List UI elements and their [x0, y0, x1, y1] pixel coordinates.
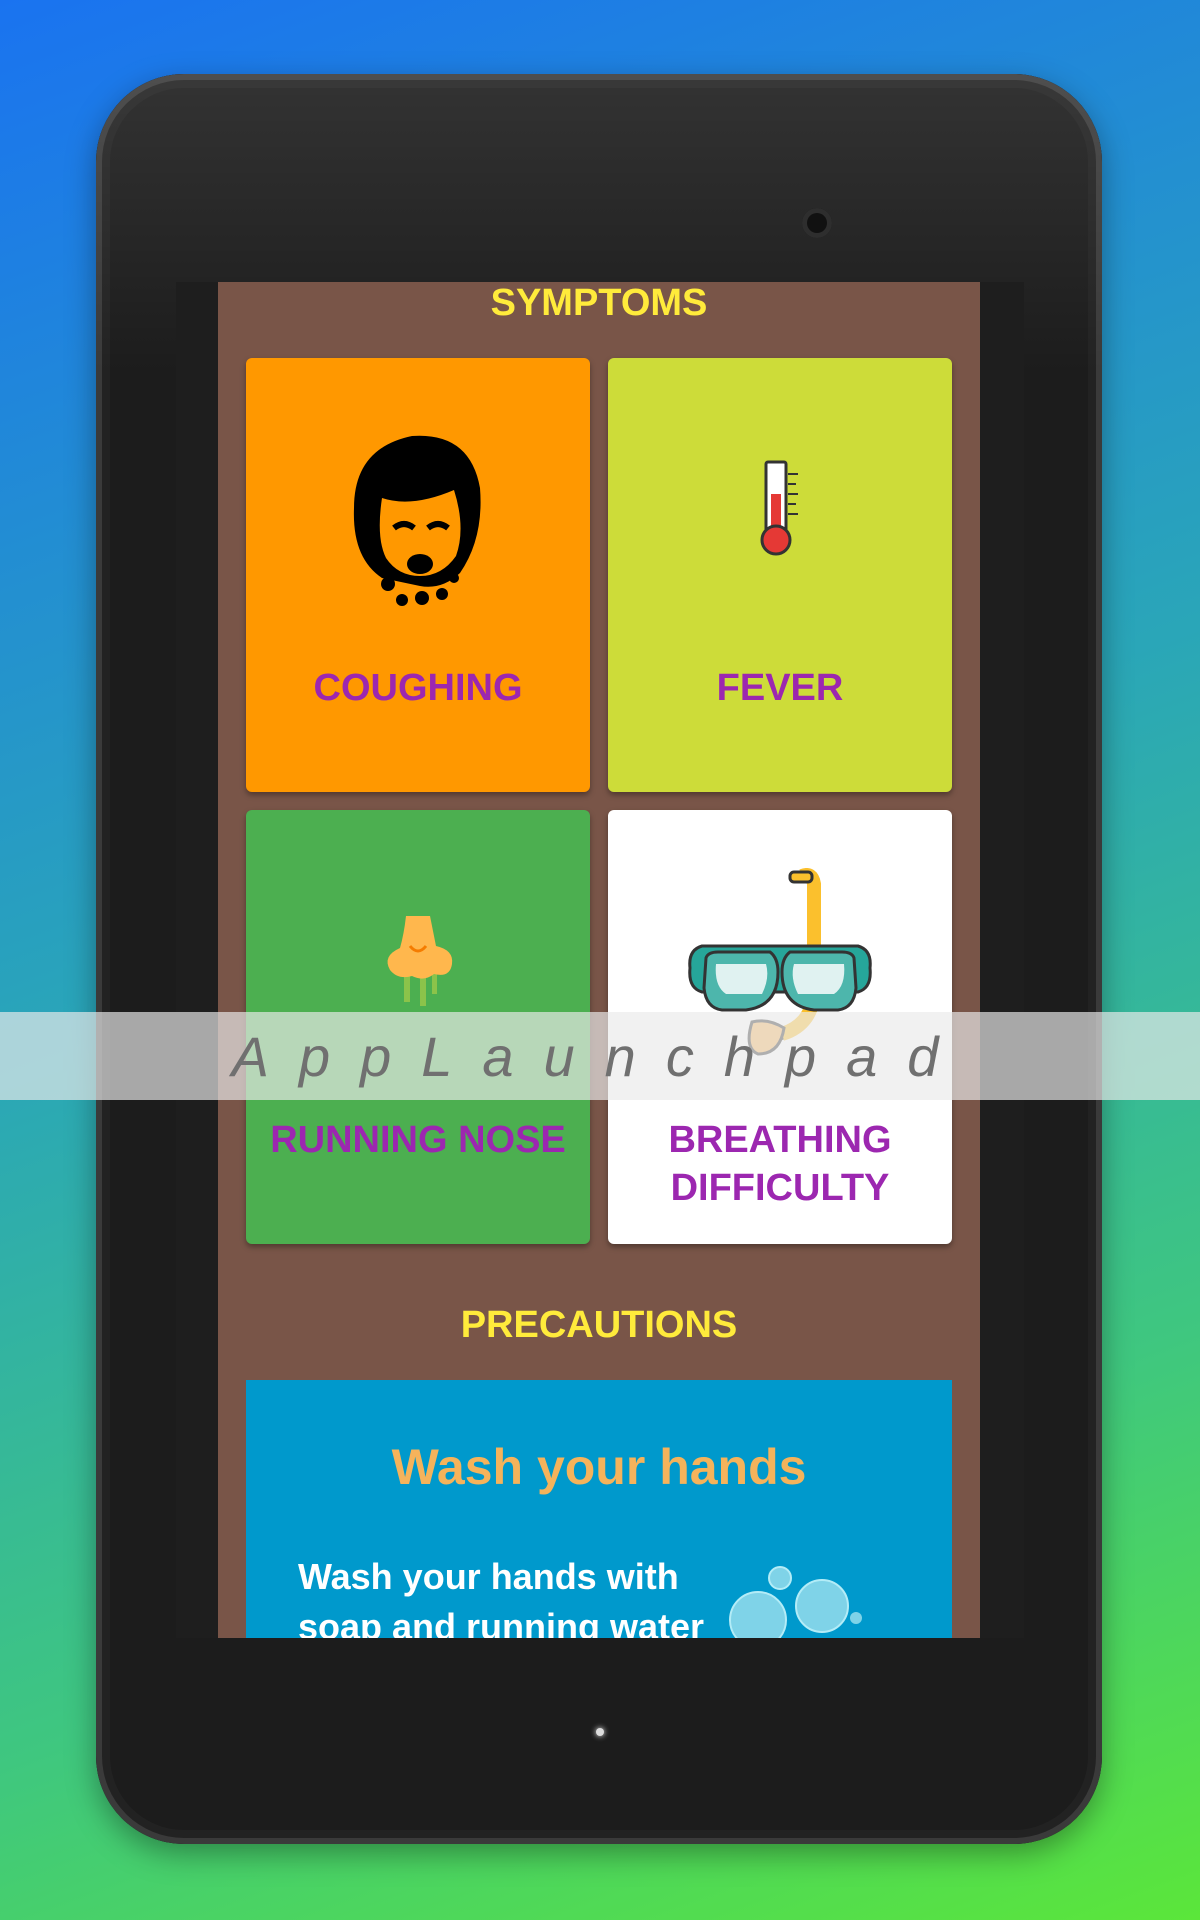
soap-bubbles-icon [729, 1566, 862, 1638]
fever-label: FEVER [716, 667, 844, 709]
runny-nose-icon [387, 916, 453, 1006]
thermometer-icon [760, 460, 798, 556]
precaution-card-wash-hands[interactable]: Wash your hands Wash your hands with soa… [246, 1380, 952, 1638]
precaution-heading: Wash your hands [391, 1439, 807, 1495]
home-indicator[interactable] [596, 1728, 604, 1736]
content-panel: SYMPTOMS COUGHING FEVER RUNNING NOSE BRE… [218, 282, 980, 1638]
coughing-label: COUGHING [313, 667, 523, 709]
breathing-difficulty-label: BREATHING DIFFICULTY [608, 1116, 952, 1212]
coughing-face-icon [353, 435, 481, 606]
tablet-screen: SYMPTOMS COUGHING FEVER RUNNING NOSE BRE… [176, 282, 1024, 1638]
precaution-text: Wash your hands with soap and running wa… [298, 1552, 718, 1638]
running-nose-label: RUNNING NOSE [270, 1119, 566, 1161]
watermark-banner: AppLaunchpad [0, 1012, 1200, 1100]
camera-icon [802, 208, 832, 238]
precautions-title: PRECAUTIONS [460, 1304, 738, 1346]
breathing-difficulty-line2: DIFFICULTY [670, 1167, 890, 1209]
precaution-text-line1: Wash your hands with [298, 1556, 679, 1597]
symptoms-title: SYMPTOMS [490, 282, 708, 324]
symptom-card-coughing[interactable]: COUGHING [246, 358, 590, 792]
watermark-text: AppLaunchpad [231, 1025, 969, 1088]
precaution-text-line2: soap and running water [298, 1606, 705, 1638]
symptom-card-fever[interactable]: FEVER [608, 358, 952, 792]
breathing-difficulty-line1: BREATHING [668, 1119, 892, 1161]
